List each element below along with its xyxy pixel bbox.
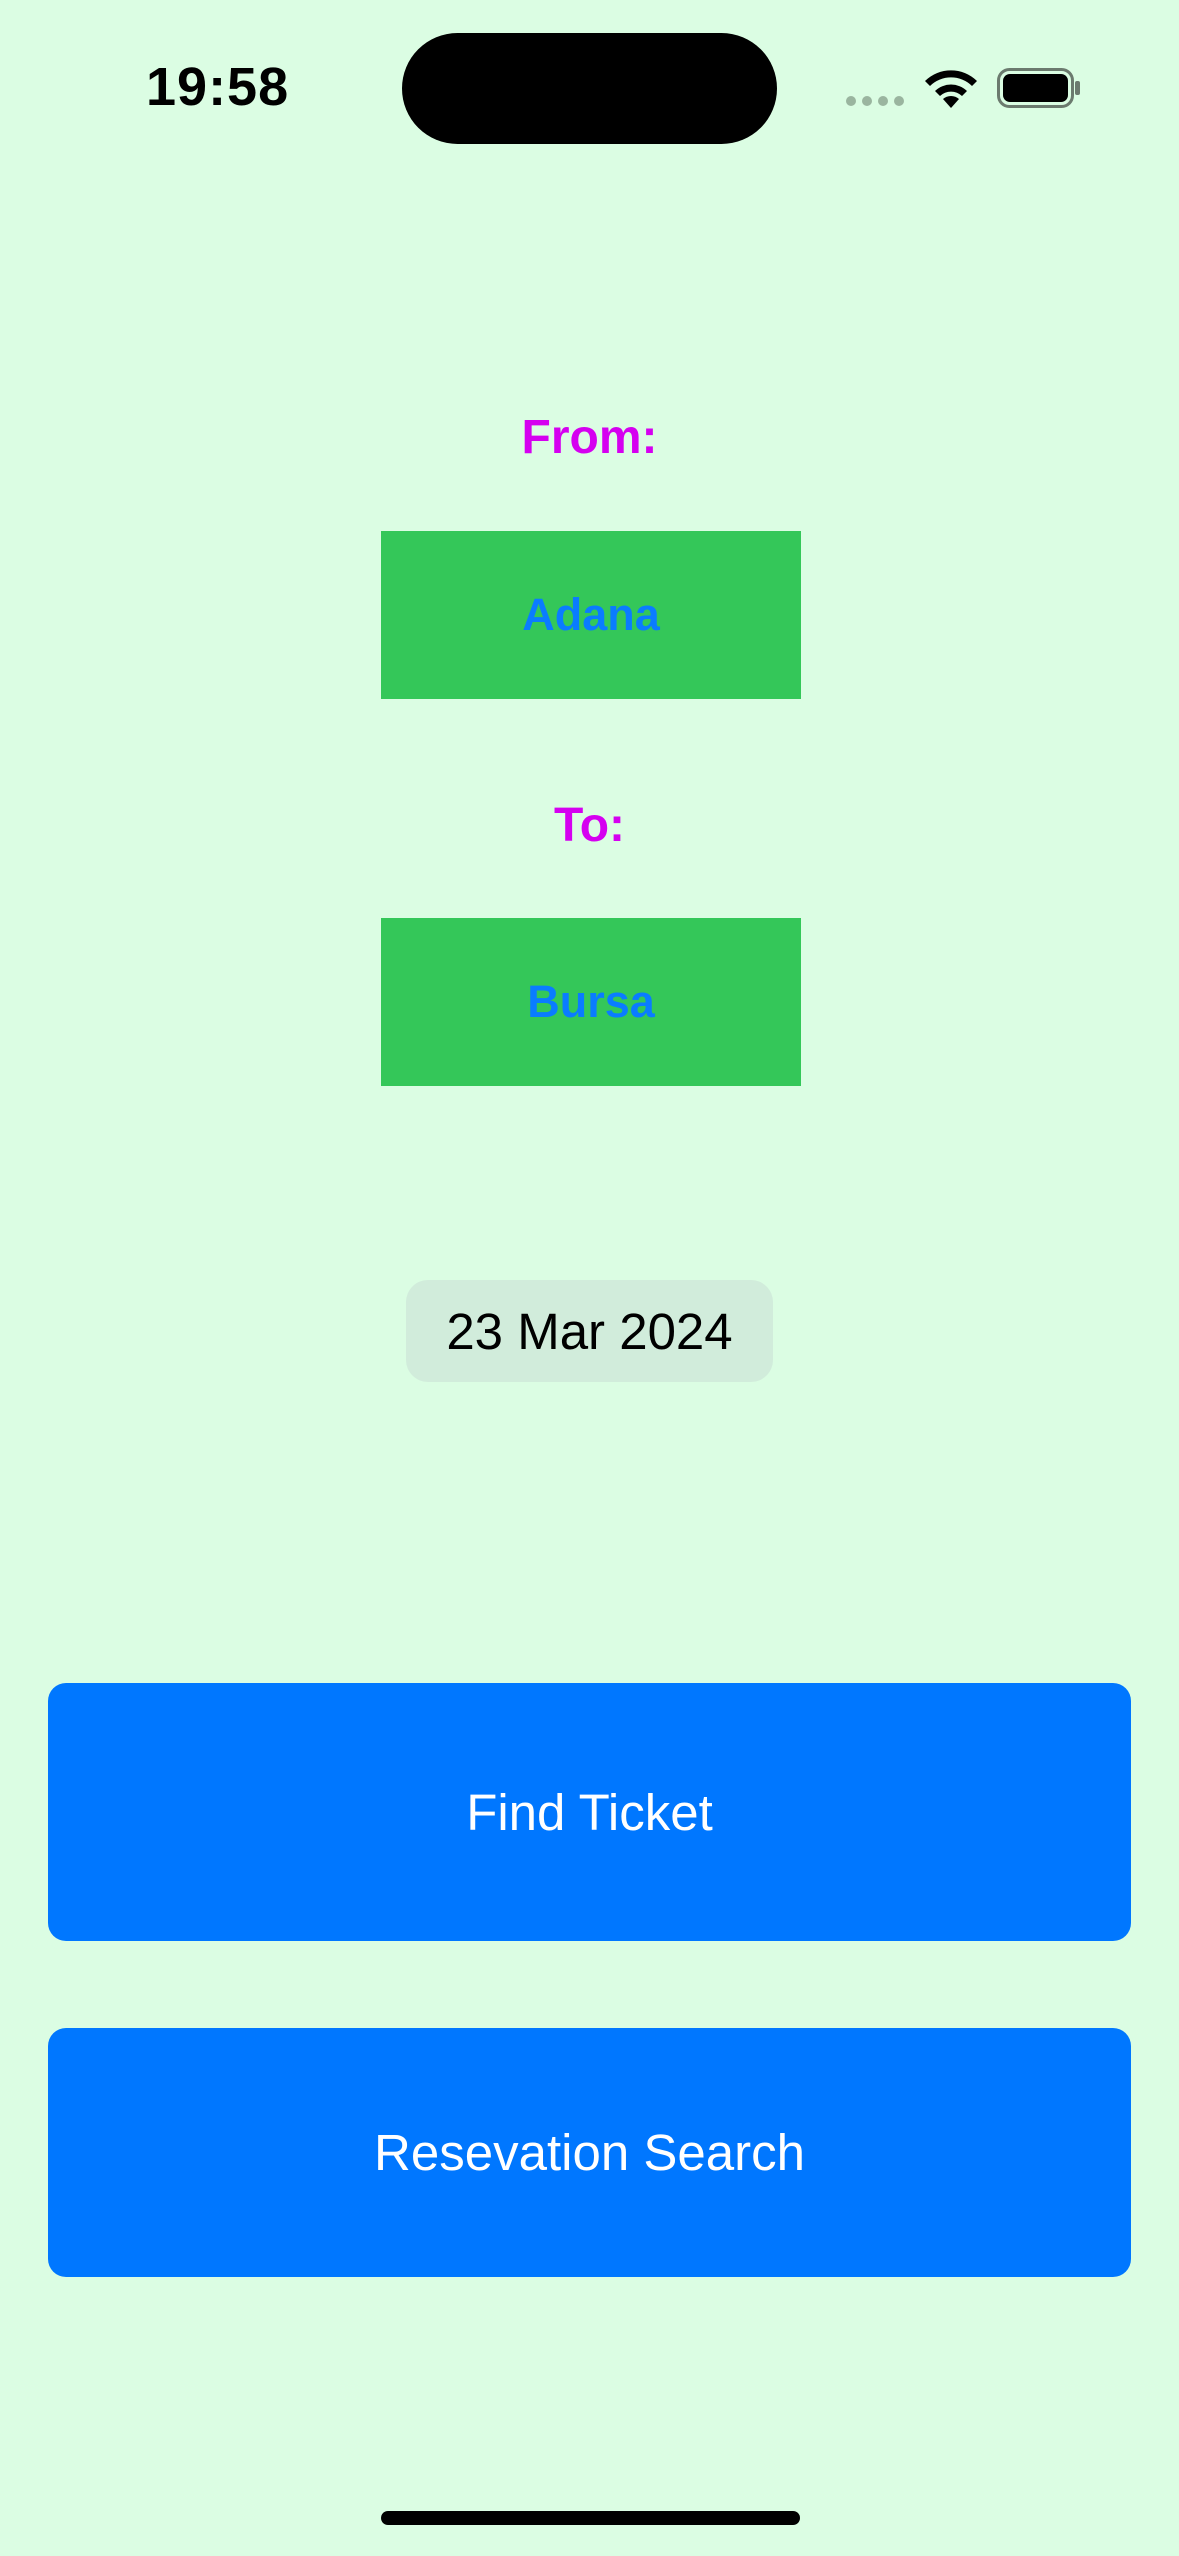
to-city-button[interactable]: Bursa	[381, 918, 801, 1086]
home-indicator[interactable]	[381, 2511, 800, 2525]
status-time: 19:58	[146, 57, 290, 117]
to-label: To:	[553, 799, 626, 852]
dynamic-island	[402, 33, 777, 144]
wifi-icon	[925, 70, 977, 108]
date-picker[interactable]: 23 Mar 2024	[406, 1280, 773, 1382]
cellular-signal-icon	[846, 96, 904, 106]
find-ticket-button[interactable]: Find Ticket	[48, 1683, 1131, 1941]
reservation-search-button[interactable]: Resevation Search	[48, 2028, 1131, 2277]
from-label: From:	[521, 411, 658, 464]
battery-icon	[997, 68, 1080, 108]
from-city-button[interactable]: Adana	[381, 531, 801, 699]
